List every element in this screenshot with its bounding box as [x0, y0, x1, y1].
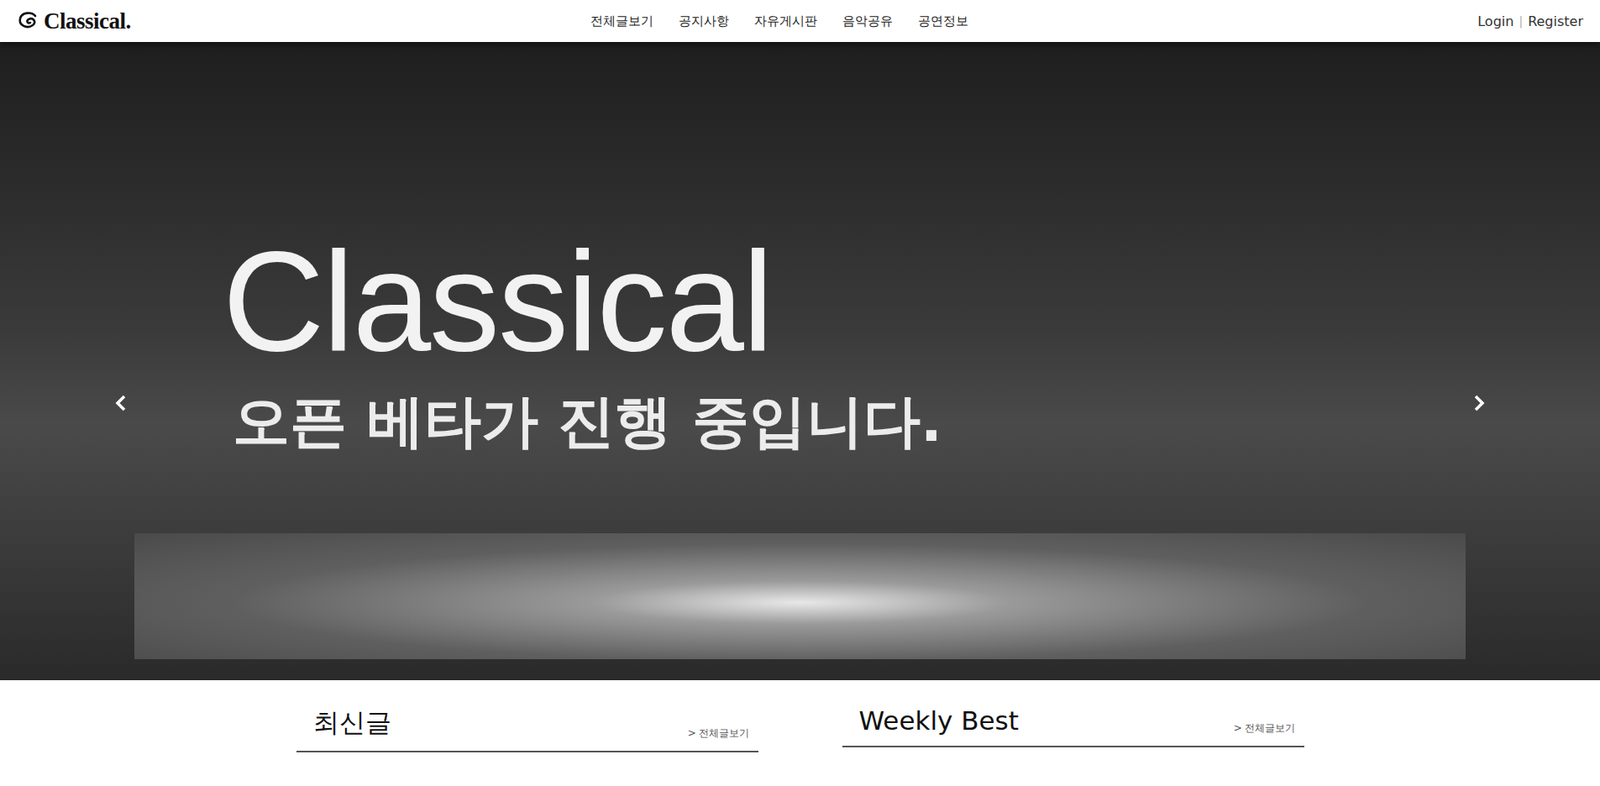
- hero-carousel: Classical 오픈 베타가 진행 중입니다.: [0, 41, 1600, 681]
- login-link[interactable]: Login: [1477, 13, 1514, 30]
- more-link[interactable]: > 전체글보기: [687, 726, 751, 741]
- boards: 최신글 > 전체글보기 Weekly Best > 전체글보기: [0, 680, 1600, 753]
- prev-button[interactable]: [110, 390, 132, 419]
- register-link[interactable]: Register: [1527, 13, 1584, 30]
- nav-item[interactable]: 전체글보기: [590, 13, 654, 30]
- hero-caption: Classical 오픈 베타가 진행 중입니다.: [0, 41, 1600, 461]
- board-title: 최신글: [313, 705, 392, 741]
- board-section: 최신글 > 전체글보기: [296, 705, 759, 753]
- board-header: 최신글 > 전체글보기: [296, 705, 759, 753]
- next-button[interactable]: [1468, 390, 1490, 419]
- separator: |: [1518, 14, 1523, 28]
- header: Classical. 전체글보기 공지사항 자유게시판 음악공유 공연정보 Login | Re…: [0, 0, 1600, 42]
- board-header: Weekly Best > 전체글보기: [842, 705, 1305, 748]
- nav-item[interactable]: 자유게시판: [754, 13, 818, 30]
- hero-title: Classical: [222, 230, 1600, 373]
- board-title: Weekly Best: [859, 705, 1019, 736]
- nav-item[interactable]: 공지사항: [678, 13, 730, 30]
- page: Classical. 전체글보기 공지사항 자유게시판 음악공유 공연정보 Login | Re…: [0, 0, 1600, 786]
- more-link[interactable]: > 전체글보기: [1233, 721, 1296, 736]
- main-nav: 전체글보기 공지사항 자유게시판 음악공유 공연정보: [268, 13, 1332, 30]
- hero-subtitle: 오픈 베타가 진행 중입니다.: [232, 383, 1600, 461]
- stage: [134, 533, 1466, 660]
- nav-item[interactable]: 공연정보: [918, 13, 969, 30]
- logo-text: Classical.: [43, 8, 132, 35]
- chevron-right-icon: [1472, 393, 1486, 413]
- logo[interactable]: Classical.: [16, 8, 269, 35]
- nav-item[interactable]: 음악공유: [842, 13, 893, 30]
- swirl-icon: [16, 10, 41, 32]
- board-section: Weekly Best > 전체글보기: [842, 705, 1305, 753]
- chevron-left-icon: [114, 393, 128, 413]
- auth-links: Login | Register: [1331, 13, 1584, 30]
